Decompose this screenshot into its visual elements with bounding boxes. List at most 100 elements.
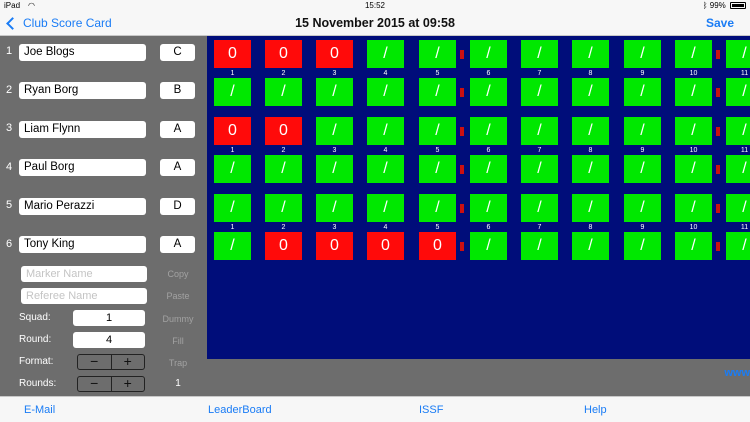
score-cell[interactable]: 0 <box>419 232 456 260</box>
score-cell[interactable]: / <box>572 40 609 68</box>
score-cell[interactable]: / <box>521 117 558 145</box>
score-cell[interactable]: / <box>624 40 661 68</box>
score-cell[interactable]: / <box>419 78 456 106</box>
score-cell[interactable]: / <box>675 232 712 260</box>
score-cell[interactable]: / <box>726 194 750 222</box>
score-cell[interactable]: / <box>675 194 712 222</box>
score-cell[interactable]: / <box>470 117 507 145</box>
score-cell[interactable]: / <box>214 78 251 106</box>
player-name-field[interactable]: Ryan Borg <box>19 82 146 99</box>
minus-icon[interactable]: − <box>78 354 112 369</box>
player-grade-button[interactable]: A <box>160 121 195 138</box>
score-cell[interactable]: / <box>675 40 712 68</box>
score-cell[interactable]: / <box>470 194 507 222</box>
minus-icon[interactable]: − <box>78 376 112 391</box>
score-cell[interactable]: / <box>675 155 712 183</box>
player-grade-button[interactable]: A <box>160 236 195 253</box>
player-grade-button[interactable]: A <box>160 159 195 176</box>
score-cell[interactable]: / <box>367 117 404 145</box>
score-cell[interactable]: 0 <box>214 117 251 145</box>
referee-name-input[interactable]: Referee Name <box>21 288 147 304</box>
score-cell[interactable]: / <box>265 155 302 183</box>
format-stepper[interactable]: − + <box>77 354 145 370</box>
score-cell[interactable]: / <box>367 155 404 183</box>
player-grade-button[interactable]: D <box>160 198 195 215</box>
player-name-field[interactable]: Mario Perazzi <box>19 198 146 215</box>
website-link[interactable]: www <box>724 367 750 379</box>
score-cell[interactable]: 0 <box>265 40 302 68</box>
score-cell[interactable]: / <box>675 78 712 106</box>
paste-button[interactable]: Paste <box>158 291 198 301</box>
score-cell[interactable]: / <box>419 155 456 183</box>
tab-email[interactable]: E-Mail <box>24 404 55 416</box>
score-cell[interactable]: / <box>419 40 456 68</box>
score-cell[interactable]: / <box>572 78 609 106</box>
score-cell[interactable]: / <box>470 40 507 68</box>
score-cell[interactable]: / <box>316 78 353 106</box>
score-cell[interactable]: / <box>572 155 609 183</box>
score-cell[interactable]: 0 <box>316 40 353 68</box>
marker-name-input[interactable]: Marker Name <box>21 266 147 282</box>
score-cell[interactable]: / <box>521 40 558 68</box>
score-cell[interactable]: / <box>214 194 251 222</box>
player-name-field[interactable]: Liam Flynn <box>19 121 146 138</box>
copy-button[interactable]: Copy <box>158 269 198 279</box>
score-cell[interactable]: / <box>572 194 609 222</box>
score-cell[interactable]: 0 <box>265 232 302 260</box>
score-cell[interactable]: 0 <box>265 117 302 145</box>
score-cell[interactable]: / <box>214 155 251 183</box>
tab-leaderboard[interactable]: LeaderBoard <box>208 404 272 416</box>
score-cell[interactable]: 0 <box>316 232 353 260</box>
player-name-field[interactable]: Tony King <box>19 236 146 253</box>
score-cell[interactable]: / <box>726 117 750 145</box>
score-cell[interactable]: / <box>726 40 750 68</box>
tab-issf[interactable]: ISSF <box>419 404 443 416</box>
score-cell[interactable]: 0 <box>367 232 404 260</box>
plus-icon[interactable]: + <box>112 376 145 391</box>
score-cell[interactable]: / <box>470 78 507 106</box>
score-cell[interactable]: / <box>624 155 661 183</box>
tab-help[interactable]: Help <box>584 404 607 416</box>
score-cell[interactable]: / <box>624 194 661 222</box>
score-cell[interactable]: / <box>214 232 251 260</box>
score-cell[interactable]: / <box>726 232 750 260</box>
target-number: 7 <box>537 224 542 231</box>
score-cell[interactable]: / <box>726 78 750 106</box>
save-button[interactable]: Save <box>706 16 734 30</box>
score-cell[interactable]: / <box>367 194 404 222</box>
squad-field[interactable]: 1 <box>73 310 145 326</box>
score-cell[interactable]: / <box>367 78 404 106</box>
score-cell[interactable]: / <box>316 155 353 183</box>
score-cell[interactable]: / <box>265 194 302 222</box>
rounds-stepper[interactable]: − + <box>77 376 145 392</box>
score-cell[interactable]: / <box>470 155 507 183</box>
score-cell[interactable]: / <box>419 117 456 145</box>
score-cell[interactable]: / <box>675 117 712 145</box>
score-cell[interactable]: / <box>316 117 353 145</box>
score-cell[interactable]: / <box>572 117 609 145</box>
player-grade-button[interactable]: B <box>160 82 195 99</box>
score-cell[interactable]: / <box>521 155 558 183</box>
fill-button[interactable]: Fill <box>158 336 198 346</box>
score-cell[interactable]: / <box>572 232 609 260</box>
score-cell[interactable]: / <box>316 194 353 222</box>
score-cell[interactable]: / <box>726 155 750 183</box>
score-cell[interactable]: / <box>624 232 661 260</box>
score-cell[interactable]: / <box>367 40 404 68</box>
round-field[interactable]: 4 <box>73 332 145 348</box>
player-grade-button[interactable]: C <box>160 44 195 61</box>
score-cell[interactable]: / <box>419 194 456 222</box>
score-cell[interactable]: / <box>624 117 661 145</box>
score-grid: 0 0 0// / / / / //1 2 3 4 5 6 7 8 9 10 11// / / / / / / / //0 0// /… <box>207 36 750 359</box>
score-cell[interactable]: / <box>470 232 507 260</box>
score-cell[interactable]: / <box>265 78 302 106</box>
score-cell[interactable]: / <box>521 232 558 260</box>
score-cell[interactable]: / <box>624 78 661 106</box>
score-cell[interactable]: 0 <box>214 40 251 68</box>
player-name-field[interactable]: Joe Blogs <box>19 44 146 61</box>
player-name-field[interactable]: Paul Borg <box>19 159 146 176</box>
score-cell[interactable]: / <box>521 78 558 106</box>
dummy-button[interactable]: Dummy <box>158 314 198 324</box>
score-cell[interactable]: / <box>521 194 558 222</box>
plus-icon[interactable]: + <box>112 354 145 369</box>
